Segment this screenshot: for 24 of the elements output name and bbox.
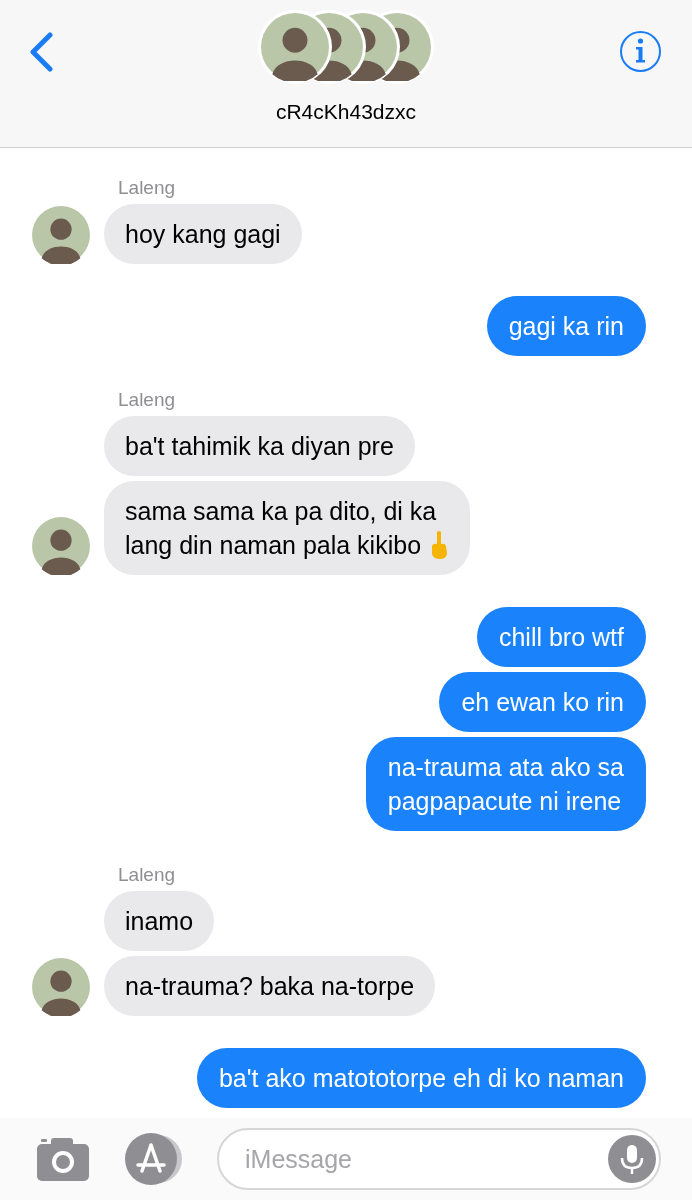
camera-icon[interactable] <box>37 1137 89 1181</box>
message-bubble: na-trauma? baka na-torpe <box>104 956 436 1016</box>
sender-name: Laleng <box>118 388 177 412</box>
sender-name: Laleng <box>118 863 177 887</box>
message-field[interactable]: iMessage <box>217 1128 661 1190</box>
sender-avatar <box>32 206 90 264</box>
message-bubble: inamo <box>104 891 215 951</box>
avatar <box>261 13 329 81</box>
back-icon[interactable] <box>28 32 54 72</box>
sender-avatar <box>32 958 90 1016</box>
message-bubble: ba't ako matototorpe eh di ko naman <box>196 1048 646 1108</box>
message-bubble: gagi ka rin <box>486 296 646 356</box>
hand-icon <box>429 530 450 560</box>
microphone-icon[interactable] <box>608 1135 656 1183</box>
conversation-title: cR4cKh43dzxc <box>275 99 417 125</box>
message-bubble: hoy kang gagi <box>104 204 302 264</box>
sender-name: Laleng <box>118 176 177 200</box>
sender-avatar <box>32 517 90 575</box>
message-bubble: eh ewan ko rin <box>439 672 646 732</box>
message-bubble: sama sama ka pa dito, di ka lang din naman pala kikibo <box>104 481 471 575</box>
info-icon[interactable] <box>619 30 662 73</box>
message-bubble: chill bro wtf <box>476 607 646 667</box>
message-bubble: ba't tahimik ka diyan pre <box>104 416 415 476</box>
message-bubble: na-trauma ata ako sa pagpapacute ni irene <box>365 737 646 831</box>
